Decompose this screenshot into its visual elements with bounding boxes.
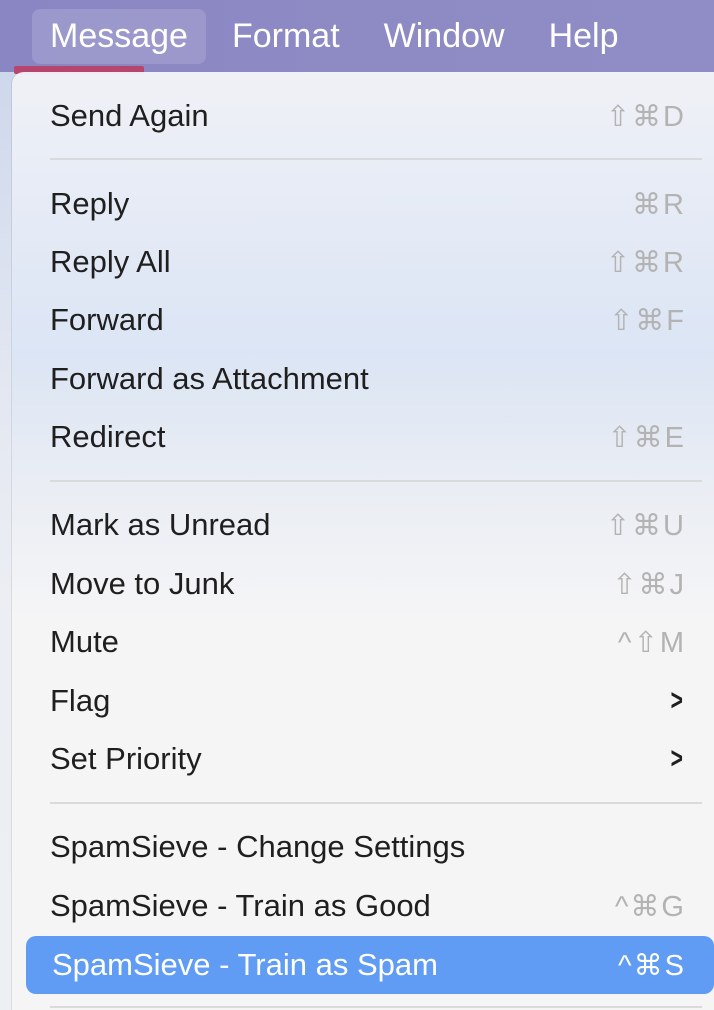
menu-item-shortcut: ⇧⌘J [612, 568, 686, 601]
menu-item-label: Send Again [50, 98, 209, 133]
menu-item-spamsieve-change-settings[interactable]: SpamSieve - Change Settings [24, 819, 714, 875]
menu-item-mark-as-unread[interactable]: Mark as Unread ⇧⌘U [24, 497, 714, 553]
menu-item-label: Reply All [50, 244, 171, 279]
menu-item-label: Set Priority [50, 741, 202, 776]
menu-item-reply[interactable]: Reply ⌘R [24, 176, 714, 232]
menu-item-mute[interactable]: Mute ^⇧M [24, 614, 714, 670]
menu-bar: Message Format Window Help [0, 0, 714, 72]
menu-item-label: SpamSieve - Train as Good [50, 888, 431, 923]
menubar-help[interactable]: Help [531, 9, 637, 64]
menu-item-move-to-junk[interactable]: Move to Junk ⇧⌘J [24, 556, 714, 612]
menu-item-spamsieve-train-as-good[interactable]: SpamSieve - Train as Good ^⌘G [24, 878, 714, 934]
menu-item-label: Redirect [50, 419, 166, 454]
menu-item-label: Mark as Unread [50, 507, 271, 542]
chevron-right-icon: > [671, 684, 684, 717]
menu-separator [50, 480, 702, 482]
menu-item-label: Forward as Attachment [50, 361, 369, 396]
menu-item-label: SpamSieve - Train as Spam [52, 947, 438, 982]
menu-item-set-priority[interactable]: Set Priority > [24, 731, 714, 787]
chevron-right-icon: > [671, 742, 684, 775]
menu-separator [50, 1006, 702, 1008]
menu-item-spamsieve-train-as-spam[interactable]: SpamSieve - Train as Spam ^⌘S [26, 936, 714, 994]
menu-item-shortcut: ⇧⌘R [605, 246, 686, 279]
menu-separator [50, 158, 702, 160]
menu-separator [50, 802, 702, 804]
menu-item-shortcut: ^⌘G [614, 890, 686, 923]
menu-item-shortcut: ^⌘S [618, 949, 686, 982]
message-menu: Send Again ⇧⌘D Reply ⌘R Reply All ⇧⌘R Fo… [12, 72, 714, 1010]
menu-item-shortcut: ⇧⌘F [608, 304, 686, 337]
menu-item-label: Reply [50, 186, 130, 221]
menubar-window[interactable]: Window [366, 9, 523, 64]
menu-item-shortcut: ⇧⌘D [605, 100, 686, 133]
menubar-message[interactable]: Message [32, 8, 206, 64]
menu-item-send-again[interactable]: Send Again ⇧⌘D [24, 88, 714, 144]
menu-item-shortcut: ⌘R [632, 188, 686, 221]
menu-item-reply-all[interactable]: Reply All ⇧⌘R [24, 234, 714, 290]
menu-item-label: Forward [50, 302, 164, 337]
menu-item-label: SpamSieve - Change Settings [50, 829, 466, 864]
menu-item-flag[interactable]: Flag > [24, 673, 714, 729]
menu-item-shortcut: ⇧⌘U [605, 509, 686, 542]
menu-item-label: Mute [50, 624, 119, 659]
menu-item-forward-as-attachment[interactable]: Forward as Attachment [24, 351, 714, 407]
menu-item-forward[interactable]: Forward ⇧⌘F [24, 292, 714, 348]
menubar-format[interactable]: Format [214, 9, 358, 64]
menu-item-label: Move to Junk [50, 566, 235, 601]
menu-item-redirect[interactable]: Redirect ⇧⌘E [24, 409, 714, 465]
menu-item-label: Flag [50, 683, 111, 718]
menu-item-shortcut: ^⇧M [617, 626, 686, 659]
menu-item-shortcut: ⇧⌘E [607, 421, 686, 454]
